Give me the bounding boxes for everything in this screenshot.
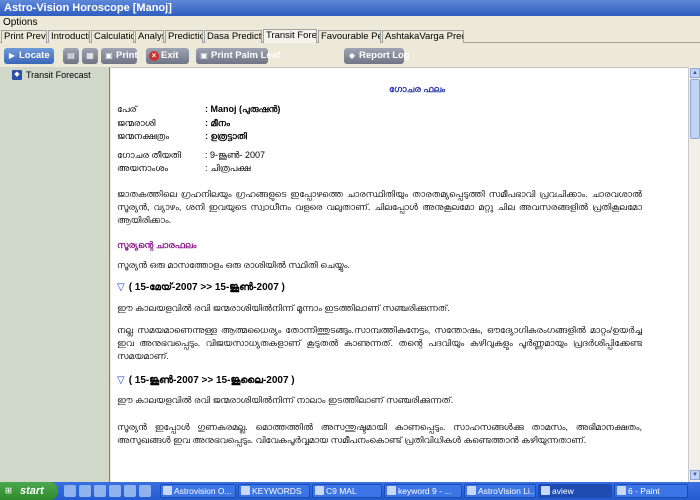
- taskbar-item-astrovision[interactable]: Astrovision O...: [160, 484, 236, 498]
- folder-icon: [241, 486, 250, 495]
- quick-launch-icon-5[interactable]: [124, 485, 136, 497]
- tree-item-label: Transit Forecast: [26, 70, 91, 80]
- taskbar-item-label: Astrovision O...: [174, 486, 232, 496]
- period-heading-1: ▽( 15-മേയ്-2007 >> 15-ജൂൺ-2007 ): [117, 282, 285, 293]
- app-icon: [163, 486, 172, 495]
- tab-print-preview[interactable]: Print Preview: [1, 30, 47, 43]
- tab-ashtakavarga-predictions[interactable]: AshtakaVarga Predictions: [382, 30, 464, 43]
- period-2-line-1: ഈ കാലയളവിൽ രവി ജന്മരാശിയിൽനിന്ന് നാലാം ഇ…: [117, 395, 454, 405]
- quick-launch-icon-6[interactable]: [139, 485, 151, 497]
- scrollbar-thumb[interactable]: [690, 79, 700, 139]
- taskbar-item-label: aview: [552, 486, 574, 496]
- paint-icon: [617, 486, 626, 495]
- report-log-icon: ◆: [348, 51, 356, 60]
- tab-favourable-periods[interactable]: Favourable Periods: [318, 30, 381, 43]
- locate-button[interactable]: ▶ Locate: [4, 48, 54, 64]
- taskbar-item-aview[interactable]: aview: [538, 484, 612, 498]
- info-value: : ഉത്രട്ടാതി: [205, 131, 247, 141]
- exit-icon: ×: [149, 51, 159, 61]
- tree-item-transit-forecast[interactable]: ◆ Transit Forecast: [12, 69, 91, 81]
- info-value: : ചിത്രപക്ഷ: [205, 163, 251, 173]
- start-label: start: [20, 485, 44, 497]
- info-label: പേര്: [117, 104, 137, 114]
- start-button[interactable]: ⊞ start: [0, 482, 58, 500]
- period-range: ( 15-ജൂൺ-2007 >> 15-ജൂലൈ-2007 ): [128, 375, 295, 386]
- info-label: അയനാംശം: [117, 163, 168, 173]
- locate-arrow-icon: ▶: [8, 51, 16, 60]
- quick-launch-icon-1[interactable]: [64, 485, 76, 497]
- vertical-scrollbar[interactable]: ▲ ▼: [688, 67, 700, 482]
- period-heading-2: ▽( 15-ജൂൺ-2007 >> 15-ജൂലൈ-2007 ): [117, 375, 295, 386]
- app-icon: [467, 486, 476, 495]
- scroll-down-arrow-icon[interactable]: ▼: [690, 470, 700, 480]
- triangle-down-icon: ▽: [117, 282, 125, 293]
- report-log-button[interactable]: ◆ Report Log: [344, 48, 410, 64]
- app-icon: [541, 486, 550, 495]
- info-value: : 9-ജൂൺ- 2007: [205, 150, 266, 160]
- quick-launch-icon-4[interactable]: [109, 485, 121, 497]
- info-value: : മീനം: [205, 118, 230, 128]
- locate-label: Locate: [19, 50, 50, 61]
- folder-icon: [315, 486, 324, 495]
- quick-launch-icon-2[interactable]: [79, 485, 91, 497]
- taskbar-item-label: AstroVision Li...: [478, 486, 536, 496]
- palm-leaf-printer-icon: ▣: [200, 51, 208, 60]
- taskbar-item-keyword-9[interactable]: keyword 9 - ...: [384, 484, 462, 498]
- period-1-line-2: നല്ല സമയമാണെന്നുള്ള ആത്മധൈര്യം തോന്നിത്ത…: [117, 325, 642, 361]
- printer-icon: ▣: [105, 51, 113, 60]
- scroll-up-arrow-icon[interactable]: ▲: [690, 68, 700, 78]
- triangle-down-icon: ▽: [117, 375, 125, 386]
- period-range: ( 15-മേയ്-2007 >> 15-ജൂൺ-2007 ): [128, 282, 285, 293]
- document-icon: ▤: [67, 51, 75, 60]
- info-label: ജന്മനക്ഷത്രം: [117, 131, 169, 141]
- taskbar-item-label: keyword 9 - ...: [398, 486, 452, 496]
- print-label: Print: [116, 50, 138, 61]
- tab-calculations[interactable]: Calculations: [91, 30, 134, 43]
- taskbar-item-label: KEYWORDS: [252, 486, 302, 496]
- print-palm-leaf-button[interactable]: ▣ Print Palm Leaf: [196, 48, 280, 64]
- quick-launch-icon-3[interactable]: [94, 485, 106, 497]
- taskbar-item-paint[interactable]: 6 - Paint: [614, 484, 688, 498]
- intro-paragraph: ജാതകത്തിലെ ഗ്രഹനിലയും ഗ്രഹങ്ങളുടെ ഇപ്പോഴ…: [117, 189, 642, 225]
- window-title: Astro-Vision Horoscope [Manoj]: [0, 0, 700, 16]
- tab-analysis[interactable]: Analysis: [135, 30, 164, 43]
- taskbar: ⊞ start Astrovision O... KEYWORDS C9 MAL…: [0, 482, 700, 500]
- book-icon: ◆: [12, 70, 22, 80]
- sun-intro-paragraph: സൂര്യൻ ഒരു മാസത്തോളം ഒരു രാശിയിൽ സ്ഥിതി …: [117, 260, 350, 270]
- report-log-label: Report Log: [359, 50, 410, 61]
- navigation-tree: ◆ Transit Forecast: [0, 67, 110, 482]
- taskbar-item-keywords[interactable]: KEYWORDS: [238, 484, 310, 498]
- taskbar-item-label: C9 MAL: [326, 486, 357, 496]
- period-2-line-2: സൂര്യൻ ഇപ്പോൾ ഗുണകരമല്ല. മൊത്തത്തിൽ അസന്…: [117, 422, 642, 445]
- toolbar: ▶ Locate ▤ ▦ ▣ Print × Exit ▣ Print Palm…: [0, 44, 700, 67]
- info-label: ജന്മരാശി: [117, 118, 156, 128]
- menu-options[interactable]: Options: [3, 17, 37, 28]
- info-label: ഗോചര തീയതി: [117, 150, 181, 160]
- tool-icon-button-2[interactable]: ▦: [82, 48, 98, 64]
- tab-introduction[interactable]: Introduction: [48, 30, 90, 43]
- taskbar-item-astrovision-li[interactable]: AstroVision Li...: [464, 484, 536, 498]
- report-content: ഗോചര ഫലം പേര് : Manoj (പുരുഷൻ) ജന്മരാശി …: [111, 67, 688, 482]
- period-1-line-1: ഈ കാലയളവിൽ രവി ജന്മരാശിയിൽനിന്ന് മൂന്നാം…: [117, 303, 450, 313]
- windows-logo-icon: ⊞: [5, 486, 12, 495]
- section-title-sun: സൂര്യന്റെ ചാരഫലം: [117, 240, 197, 250]
- taskbar-item-c9-mal[interactable]: C9 MAL: [312, 484, 382, 498]
- exit-label: Exit: [161, 50, 179, 61]
- document-icon: [387, 486, 396, 495]
- tab-dasa-predictions[interactable]: Dasa Predictions: [204, 30, 262, 43]
- tab-predictions[interactable]: Predictions: [165, 30, 203, 43]
- tool-icon-button-1[interactable]: ▤: [63, 48, 79, 64]
- print-palm-leaf-label: Print Palm Leaf: [211, 50, 281, 61]
- info-value: : Manoj (പുരുഷൻ): [205, 104, 281, 114]
- print-button[interactable]: ▣ Print: [101, 48, 138, 64]
- document-settings-icon: ▦: [86, 51, 94, 60]
- tab-strip: Print Preview Introduction Calculations …: [0, 29, 700, 43]
- report-heading: ഗോചര ഫലം: [389, 84, 446, 94]
- menu-bar: Options: [0, 16, 700, 29]
- tab-transit-forecast[interactable]: Transit Forecast: [263, 29, 317, 43]
- taskbar-item-label: 6 - Paint: [628, 486, 660, 496]
- exit-button[interactable]: × Exit: [146, 48, 189, 64]
